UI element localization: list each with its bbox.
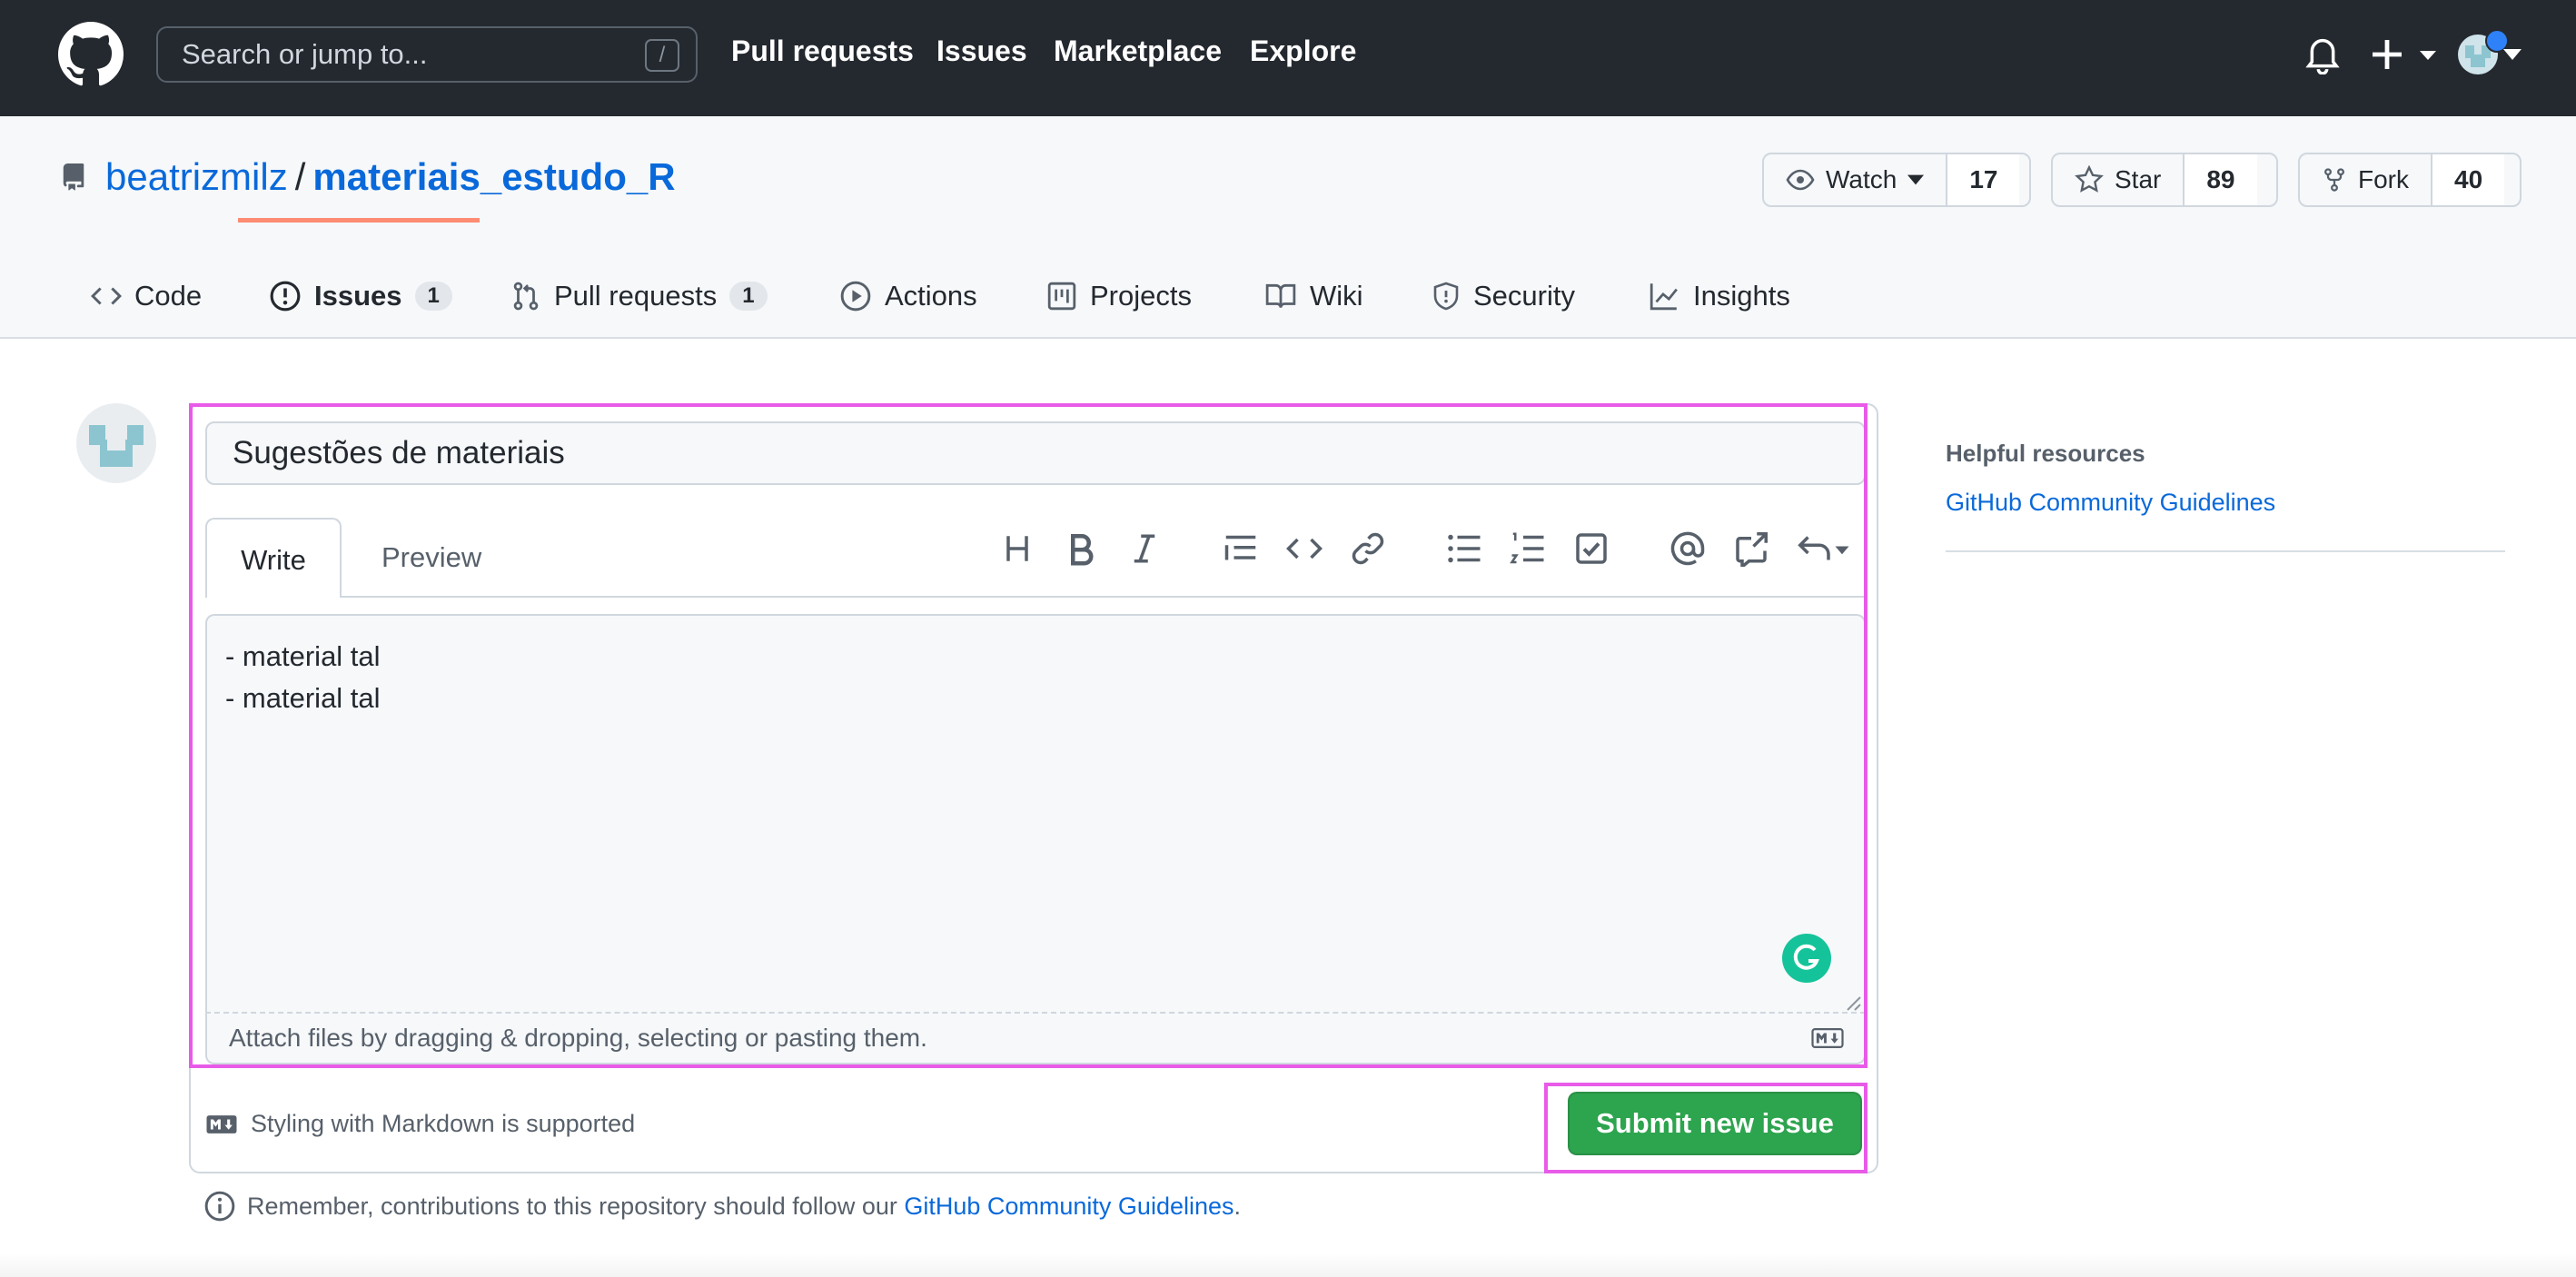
tab-wiki[interactable]: Wiki <box>1264 252 1363 339</box>
chevron-down-icon[interactable] <box>2503 49 2522 60</box>
code-icon <box>91 286 122 305</box>
eye-icon <box>1786 169 1815 191</box>
github-logo-icon[interactable] <box>58 22 124 87</box>
info-icon <box>204 1191 235 1222</box>
search-placeholder: Search or jump to... <box>182 38 428 70</box>
create-new-plus-icon[interactable] <box>2369 36 2438 73</box>
repo-title: beatrizmilz / materiais_estudo_R <box>60 155 676 199</box>
project-board-icon <box>1047 282 1076 310</box>
markdown-icon <box>206 1114 237 1133</box>
tab-security[interactable]: Security <box>1432 252 1575 339</box>
tab-actions-label: Actions <box>885 279 977 312</box>
tab-issues[interactable]: Issues 1 <box>269 252 452 339</box>
issue-opened-icon <box>270 281 301 311</box>
search-input[interactable]: Search or jump to... / <box>156 26 698 83</box>
fork-icon <box>2324 168 2344 192</box>
fork-button-group: Fork 40 <box>2298 153 2522 207</box>
star-label: Star <box>2115 165 2162 193</box>
tab-projects[interactable]: Projects <box>1046 252 1192 339</box>
fork-button[interactable]: Fork <box>2300 154 2431 205</box>
repo-owner-link[interactable]: beatrizmilz <box>105 155 288 199</box>
tab-insights-label: Insights <box>1693 279 1790 312</box>
repo-tabs: Code Issues 1 Pull requests 1 Actions Pr… <box>0 252 2576 339</box>
star-button[interactable]: Star <box>2053 154 2183 205</box>
chevron-down-icon <box>1907 174 1925 185</box>
reminder-suffix: . <box>1234 1192 1242 1220</box>
sidebar-divider <box>1946 550 2505 552</box>
community-guidelines-link[interactable]: GitHub Community Guidelines <box>904 1193 1234 1220</box>
tab-issues-label: Issues <box>314 279 402 312</box>
helpful-resources-heading: Helpful resources <box>1946 440 2145 467</box>
tab-code-label: Code <box>134 279 203 312</box>
star-icon <box>2075 165 2104 193</box>
book-icon <box>1265 283 1296 308</box>
tab-security-label: Security <box>1473 279 1575 312</box>
star-button-group: Star 89 <box>2051 153 2278 207</box>
search-shortcut-key: / <box>645 39 679 72</box>
play-circle-icon <box>840 281 871 311</box>
tab-code[interactable]: Code <box>91 252 202 339</box>
global-header: Search or jump to... / Pull requests Iss… <box>0 0 2576 116</box>
markdown-support-note: Styling with Markdown is supported <box>205 1110 635 1138</box>
bottom-shadow <box>0 1253 2576 1277</box>
fork-count[interactable]: 40 <box>2431 154 2505 205</box>
tab-actions[interactable]: Actions <box>839 252 977 339</box>
watch-label: Watch <box>1826 165 1897 193</box>
repository-header: beatrizmilz / materiais_estudo_R Watch 1… <box>0 116 2576 339</box>
watch-button-group: Watch 17 <box>1762 153 2031 207</box>
markdown-note-text[interactable]: Styling with Markdown is supported <box>251 1110 635 1138</box>
selected-tab-indicator <box>238 218 480 223</box>
tab-wiki-label: Wiki <box>1310 279 1363 312</box>
repo-separator: / <box>294 155 306 198</box>
sidebar-community-guidelines-link[interactable]: GitHub Community Guidelines <box>1946 489 2275 517</box>
star-count[interactable]: 89 <box>2183 154 2257 205</box>
repo-name-link[interactable]: materiais_estudo_R <box>312 155 675 199</box>
nav-pull-requests[interactable]: Pull requests <box>731 35 914 68</box>
pull-request-icon <box>513 282 539 310</box>
author-avatar <box>76 403 156 483</box>
fork-label: Fork <box>2358 165 2409 193</box>
bell-icon[interactable] <box>2305 36 2340 74</box>
highlight-box-issue-form <box>189 403 1868 1068</box>
write-tab[interactable]: Write <box>205 518 342 598</box>
pulls-count-badge: 1 <box>729 281 768 311</box>
contribution-reminder: Remember, contributions to this reposito… <box>203 1190 1241 1223</box>
watch-button[interactable]: Watch <box>1764 154 1946 205</box>
tab-insights[interactable]: Insights <box>1648 252 1790 339</box>
issues-count-badge: 1 <box>414 281 452 311</box>
reminder-text: Remember, contributions to this reposito… <box>247 1192 905 1220</box>
repo-icon <box>63 163 84 191</box>
nav-issues[interactable]: Issues <box>936 35 1027 68</box>
watch-count[interactable]: 17 <box>1946 154 2020 205</box>
highlight-box-submit <box>1544 1083 1868 1173</box>
shield-icon <box>1433 282 1459 310</box>
tab-pull-requests[interactable]: Pull requests 1 <box>510 252 768 339</box>
tab-projects-label: Projects <box>1090 279 1192 312</box>
graph-icon <box>1650 282 1678 310</box>
tab-pull-requests-label: Pull requests <box>554 279 718 312</box>
nav-explore[interactable]: Explore <box>1250 35 1356 68</box>
nav-marketplace[interactable]: Marketplace <box>1054 35 1222 68</box>
